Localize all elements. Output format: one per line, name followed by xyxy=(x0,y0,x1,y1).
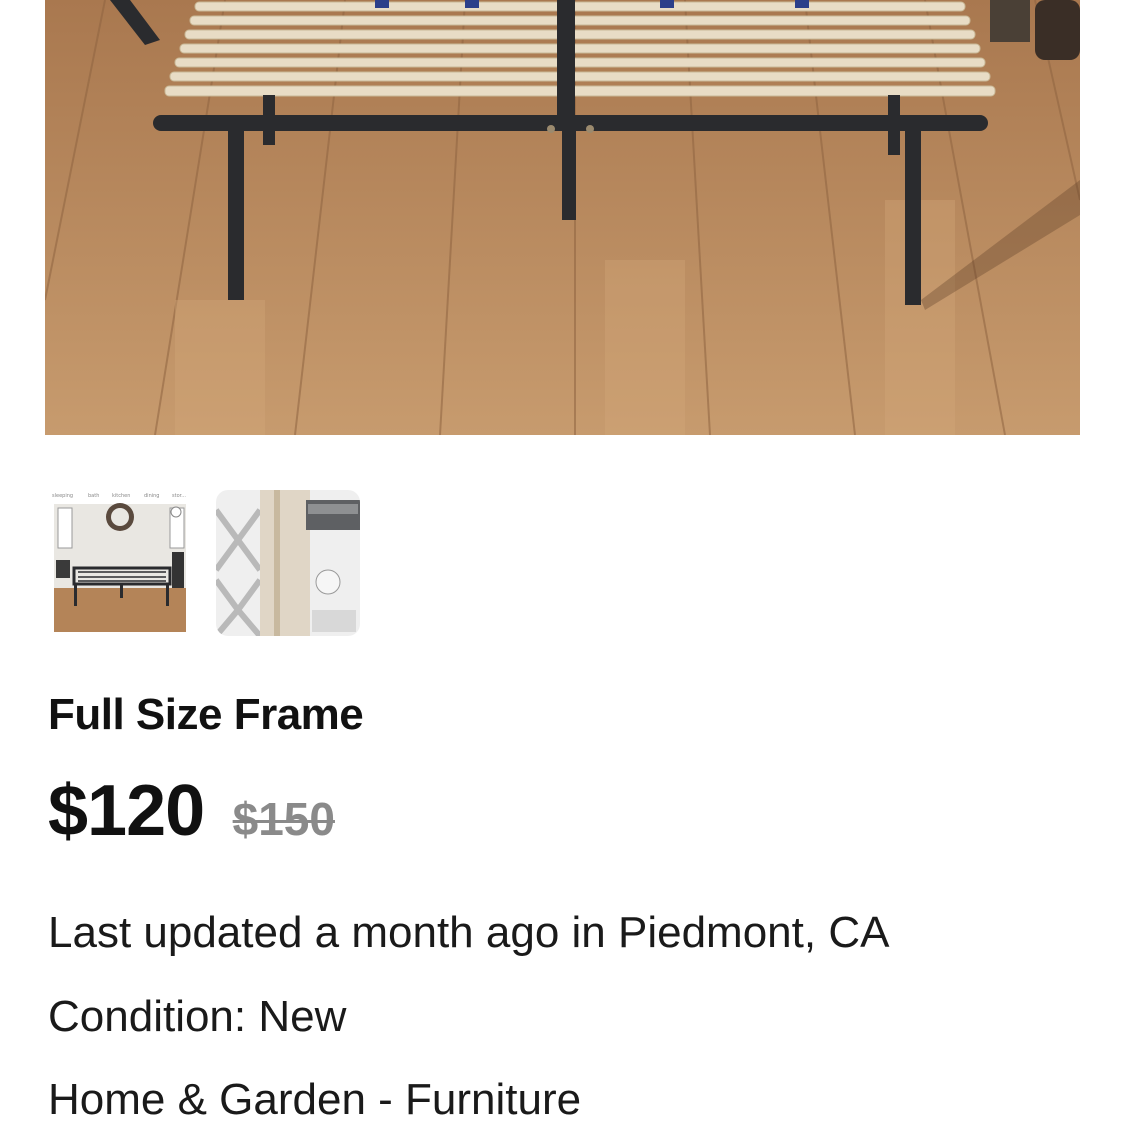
listing-page: sleeping bath kitchen dining stor... Ful… xyxy=(0,0,1125,1125)
original-price: $150 xyxy=(232,793,335,845)
listing-title: Full Size Frame xyxy=(48,690,364,739)
thumbnail-tab-dining: dining xyxy=(144,493,159,499)
thumbnail-1[interactable]: sleeping bath kitchen dining stor... xyxy=(48,490,192,636)
current-price: $120 xyxy=(48,771,205,851)
condition-text: Condition: New xyxy=(48,992,347,1041)
thumbnail-2[interactable] xyxy=(216,490,360,636)
price-row: $120 $150 xyxy=(48,770,335,851)
thumbnail-tab-bath: bath xyxy=(88,493,99,499)
thumbnail-tab-storage: stor... xyxy=(172,493,186,499)
last-updated-location: Last updated a month ago in Piedmont, CA xyxy=(48,908,890,957)
main-product-image[interactable] xyxy=(45,0,1080,435)
category-link[interactable]: Home & Garden - Furniture xyxy=(48,1075,581,1125)
thumbnail-tab-sleeping: sleeping xyxy=(52,493,73,499)
thumbnail-tab-kitchen: kitchen xyxy=(112,493,130,499)
